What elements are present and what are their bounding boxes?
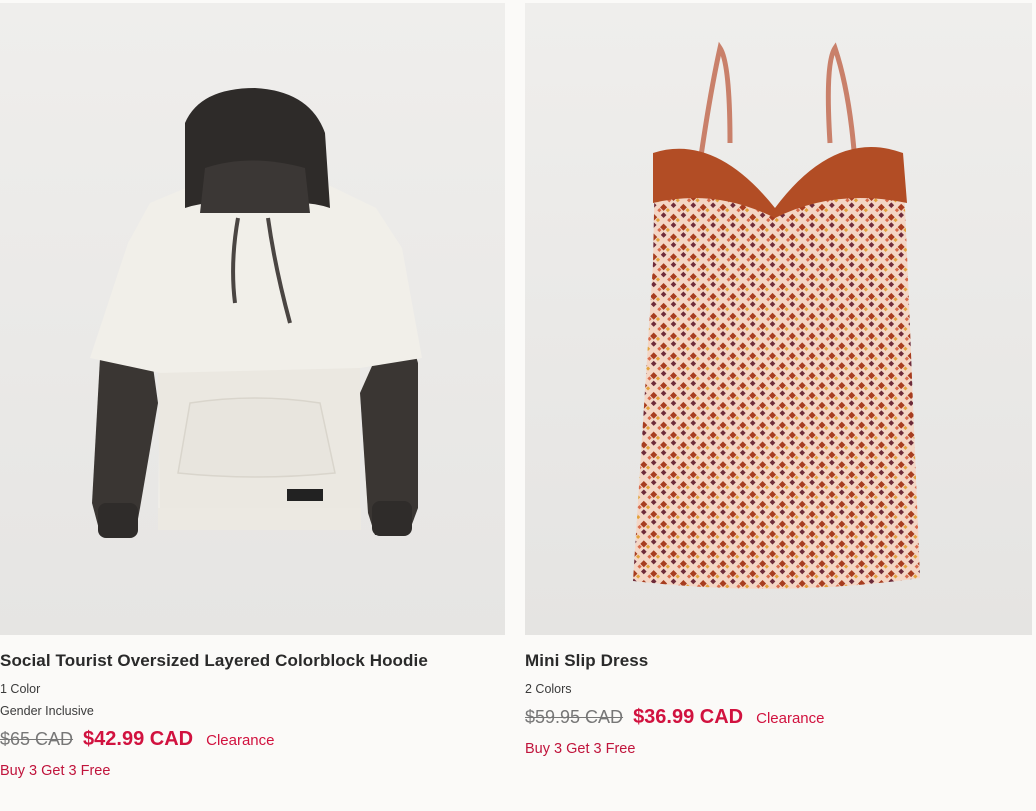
product-info-slip-dress: Mini Slip Dress 2 Colors $59.95 CAD $36.… (525, 650, 1032, 760)
clearance-badge: Clearance (206, 732, 275, 749)
sale-price: $42.99 CAD (83, 728, 194, 750)
product-color-count: 1 Color (0, 682, 41, 696)
original-price: $59.95 CAD (525, 707, 624, 727)
product-image-hoodie[interactable] (0, 3, 505, 635)
product-attribute: Gender Inclusive (0, 704, 94, 718)
promo-text: Buy 3 Get 3 Free (0, 763, 111, 779)
product-color-count: 2 Colors (525, 682, 572, 696)
clearance-badge: Clearance (756, 710, 825, 727)
price-row: $65 CAD $42.99 CAD Clearance (0, 728, 505, 758)
product-title[interactable]: Mini Slip Dress (525, 650, 1032, 672)
hoodie-illustration (0, 3, 505, 635)
slip-dress-illustration (525, 3, 1032, 635)
promo-text: Buy 3 Get 3 Free (525, 741, 636, 757)
sale-price: $36.99 CAD (633, 706, 744, 728)
product-info-hoodie: Social Tourist Oversized Layered Colorbl… (0, 650, 505, 782)
original-price: $65 CAD (0, 729, 74, 749)
product-image-slip-dress[interactable] (525, 3, 1032, 635)
product-title[interactable]: Social Tourist Oversized Layered Colorbl… (0, 650, 505, 672)
price-row: $59.95 CAD $36.99 CAD Clearance (525, 706, 1032, 736)
